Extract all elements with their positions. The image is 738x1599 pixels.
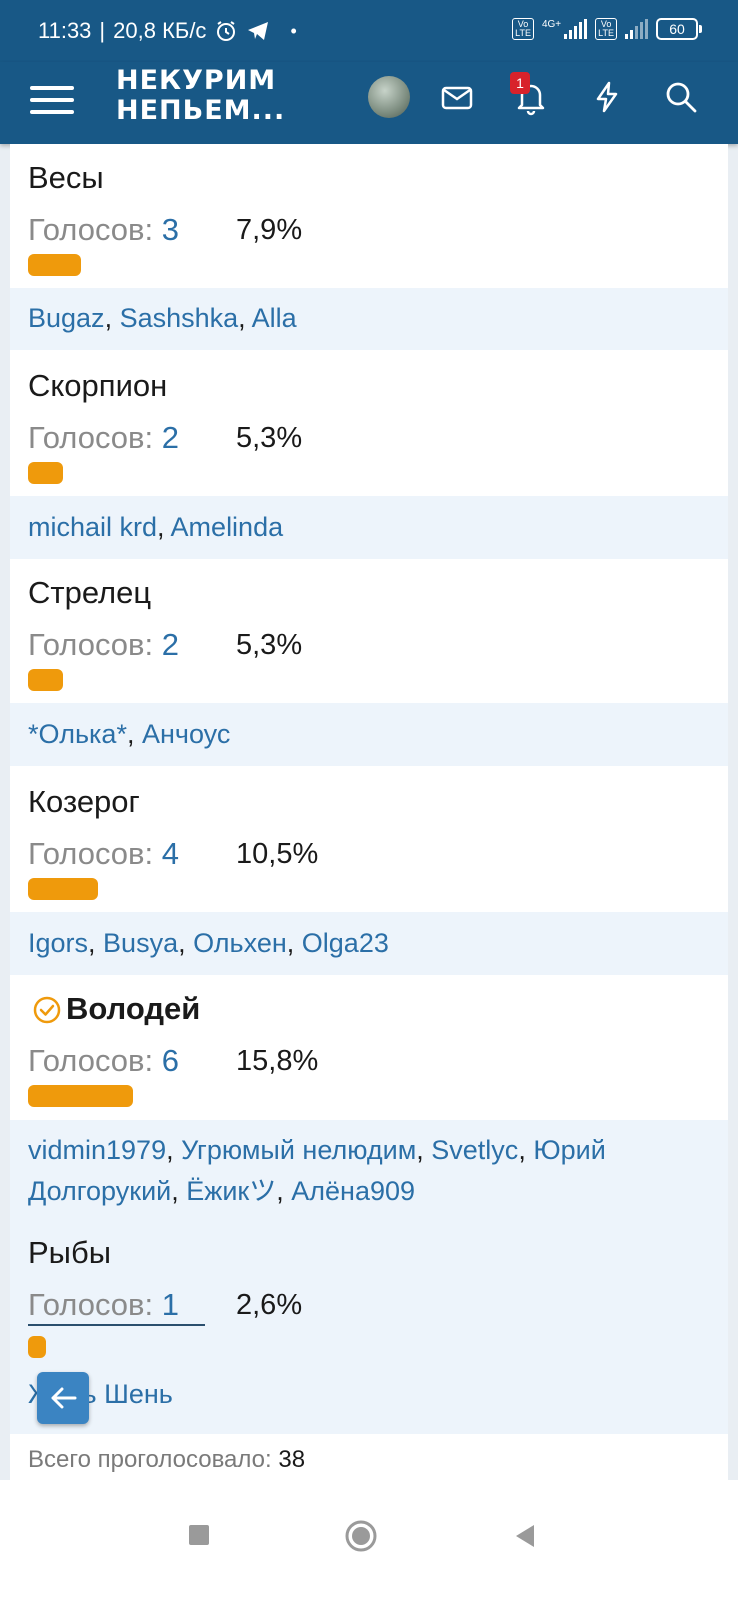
votes-count[interactable]: Голосов: 1	[28, 1287, 179, 1323]
voter-link[interactable]: Ольхен	[193, 928, 287, 958]
voters-list: Igors, Busya, Ольхен, Olga23	[10, 912, 728, 975]
option-percent: 7,9%	[236, 214, 303, 246]
volte-icon: Vo LTE	[512, 18, 534, 40]
back-button[interactable]	[37, 1372, 89, 1424]
option-name: Рыбы	[28, 1235, 111, 1270]
menu-icon[interactable]	[30, 80, 74, 124]
voter-link[interactable]: Svetlyc	[431, 1135, 518, 1165]
option-name: Стрелец	[28, 575, 152, 610]
votes-count[interactable]: Голосов: 4	[28, 836, 179, 872]
voter-link[interactable]: vidmin1979	[28, 1135, 166, 1165]
vote-bar	[28, 878, 98, 900]
signal-icon: 4G+	[542, 19, 588, 39]
voter-link[interactable]: Угрюмый нелюдим	[181, 1135, 416, 1165]
home-icon[interactable]	[344, 1519, 378, 1553]
vote-bar	[28, 1085, 133, 1107]
voter-link[interactable]: Olga23	[302, 928, 389, 958]
voters-names: Bugaz, Sashshka, Alla	[28, 303, 297, 333]
voters-names: Жень Шень	[28, 1374, 708, 1415]
votes-count[interactable]: Голосов: 2	[28, 420, 179, 456]
voters-names: michail krd, Amelinda	[28, 512, 284, 542]
avatar[interactable]	[368, 76, 410, 118]
vote-bar	[28, 462, 63, 484]
lightning-icon[interactable]	[588, 78, 626, 116]
poll-option-selected: Володей Голосов: 6 15,8%	[10, 975, 728, 1120]
recents-icon[interactable]	[187, 1523, 211, 1547]
arrow-left-icon	[51, 1387, 77, 1409]
voter-link[interactable]: Alla	[252, 303, 297, 333]
option-percent: 5,3%	[236, 422, 303, 454]
app-header: НЕКУРИМ НЕПЬЕМ... 1	[0, 62, 738, 144]
alarm-icon	[217, 21, 236, 41]
vote-bar	[28, 669, 63, 691]
total-votes: 38	[278, 1446, 306, 1473]
votes-count[interactable]: Голосов: 6	[28, 1043, 179, 1079]
option-percent: 15,8%	[236, 1045, 319, 1077]
check-circle-icon	[33, 996, 61, 1024]
voter-link[interactable]: Алёна909	[291, 1176, 415, 1206]
voters-list: vidmin1979, Угрюмый нелюдим, Svetlyc, Юр…	[10, 1120, 728, 1474]
poll-option: Скорпион Голосов: 2 5,3%	[10, 350, 728, 496]
voters-names: vidmin1979, Угрюмый нелюдим, Svetlyc, Юр…	[28, 1135, 606, 1206]
voter-link[interactable]: michail krd	[28, 512, 157, 542]
option-name: Скорпион	[28, 368, 168, 403]
site-logo[interactable]: НЕКУРИМ НЕПЬЕМ...	[116, 66, 285, 126]
poll-option: Стрелец Голосов: 2 5,3%	[10, 559, 728, 703]
option-name: Весы	[28, 160, 104, 195]
clock: 11:33	[38, 18, 92, 43]
network-speed: 20,8 КБ/с	[113, 18, 207, 43]
back-nav-icon[interactable]	[512, 1523, 538, 1549]
telegram-icon	[248, 22, 269, 40]
vote-bar	[28, 254, 81, 276]
voter-link[interactable]: Bugaz	[28, 303, 105, 333]
voter-link[interactable]: *Олька*	[28, 719, 127, 749]
link-underline	[28, 1324, 205, 1326]
system-nav-bar	[0, 1480, 738, 1599]
volte-icon-2: Vo LTE	[595, 18, 617, 40]
voter-link[interactable]: Busya	[103, 928, 178, 958]
poll-option: Весы Голосов: 3 7,9%	[10, 144, 728, 288]
voter-link[interactable]: Анчоус	[142, 719, 230, 749]
voter-link[interactable]: Igors	[28, 928, 88, 958]
vote-bar	[28, 1336, 46, 1358]
poll-option: Козерог Голосов: 4 10,5%	[10, 766, 728, 912]
signal-icon-2	[625, 19, 648, 39]
voters-list: michail krd, Amelinda	[10, 496, 728, 559]
voters-names: Igors, Busya, Ольхен, Olga23	[28, 928, 389, 958]
votes-count[interactable]: Голосов: 3	[28, 212, 179, 248]
voter-link[interactable]: Sashshka	[120, 303, 239, 333]
dot-icon: •	[290, 20, 297, 41]
votes-count[interactable]: Голосов: 2	[28, 627, 179, 663]
poll-results: Весы Голосов: 3 7,9% Bugaz, Sashshka, Al…	[10, 144, 728, 1474]
option-name: Володей	[66, 991, 201, 1026]
mail-icon[interactable]	[438, 78, 476, 116]
voters-list: *Олька*, Анчоус	[10, 703, 728, 766]
voter-link[interactable]: Amelinda	[171, 512, 284, 542]
voter-link[interactable]: Ёжикツ	[186, 1176, 276, 1206]
notification-badge: 1	[510, 72, 530, 94]
option-percent: 2,6%	[236, 1289, 303, 1321]
voters-names: *Олька*, Анчоус	[28, 719, 231, 749]
option-percent: 5,3%	[236, 629, 303, 661]
search-icon[interactable]	[662, 78, 700, 116]
poll-total: Всего проголосовало: 38	[10, 1434, 728, 1480]
status-bar: 11:33 | 20,8 КБ/с • Vo LTE 4G+ Vo LTE 60	[0, 0, 738, 62]
voters-list: Bugaz, Sashshka, Alla	[10, 288, 728, 350]
option-name: Козерог	[28, 784, 140, 819]
battery-icon: 60	[656, 18, 702, 40]
option-percent: 10,5%	[236, 838, 319, 870]
